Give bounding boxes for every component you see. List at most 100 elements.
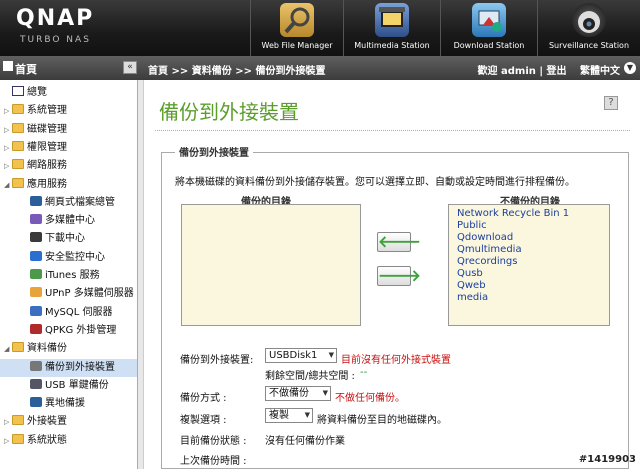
menu-dropdown-icon[interactable]: ▼ xyxy=(624,62,636,74)
file-manager-icon xyxy=(280,3,314,37)
last-backup-label: 上次備份時間 : xyxy=(180,456,247,467)
sidebar-item-label: 應用服務 xyxy=(27,178,67,190)
sidebar-item-label: USB 單鍵備份 xyxy=(45,379,109,391)
add-folder-button[interactable]: 🡐 xyxy=(377,232,421,252)
method-select-value: 不做備份 xyxy=(269,388,309,399)
folder-icon xyxy=(12,415,24,426)
expand-arrow-icon[interactable]: ▷ xyxy=(4,102,12,120)
app-icon xyxy=(30,287,42,298)
home-icon xyxy=(3,61,13,71)
sidebar-item[interactable]: UPnP 多媒體伺服器 xyxy=(0,285,137,303)
sidebar-item[interactable]: QPKG 外掛管理 xyxy=(0,322,137,340)
space-label: 剩餘空間/總共空間 : xyxy=(265,371,355,382)
method-select[interactable]: 不做備份 ▼ xyxy=(265,386,331,401)
sidebar-scrollbar[interactable] xyxy=(138,80,144,469)
expand-arrow-icon[interactable]: ▷ xyxy=(4,413,12,431)
sidebar-item[interactable]: ◢ 資料備份 xyxy=(0,340,137,358)
watermark: #1419903 xyxy=(578,454,636,465)
expand-arrow-icon[interactable]: ▷ xyxy=(4,157,12,175)
excluded-folders-list[interactable]: Network Recycle Bin 1 Public Qdownload Qmul… xyxy=(448,204,610,326)
app-icon xyxy=(30,305,42,316)
sidebar-item[interactable]: ▷ 系統管理 xyxy=(0,102,137,120)
expand-arrow-icon[interactable]: ▷ xyxy=(4,121,12,139)
excluded-folder-item[interactable]: Qmultimedia xyxy=(449,244,609,256)
sidebar-item[interactable]: iTunes 服務 xyxy=(0,267,137,285)
sidebar-item[interactable]: ▷ 網路服務 xyxy=(0,157,137,175)
help-icon[interactable]: ? xyxy=(604,96,618,110)
folder-icon xyxy=(12,342,24,353)
app-icon xyxy=(30,360,42,371)
copy-select[interactable]: 複製 ▼ xyxy=(265,408,313,423)
multimedia-station-tile[interactable]: Multimedia Station xyxy=(344,0,440,56)
surveillance-station-label: Surveillance Station xyxy=(548,41,630,50)
included-folders-list[interactable] xyxy=(181,204,361,326)
excluded-folder-item[interactable]: Qdownload xyxy=(449,232,609,244)
sidebar-item[interactable]: ▷ 系統狀態 xyxy=(0,432,137,450)
sidebar-item-label: 網頁式檔案總管 xyxy=(45,196,115,208)
method-note: 不做任何備份。 xyxy=(335,393,405,404)
app-icon xyxy=(30,250,42,261)
expand-arrow-icon[interactable]: ◢ xyxy=(4,340,12,358)
app-header: QNAP TURBO NAS Web File Manager Multimed… xyxy=(0,0,640,56)
device-select[interactable]: USBDisk1 ▼ xyxy=(265,348,337,363)
excluded-folder-item[interactable]: media xyxy=(449,292,609,304)
app-icon xyxy=(30,269,42,279)
excluded-folder-item[interactable]: Qrecordings xyxy=(449,256,609,268)
chevron-down-icon: ▼ xyxy=(328,351,334,359)
sidebar-item[interactable]: MySQL 伺服器 xyxy=(0,304,137,322)
sidebar-item-label: 備份到外接裝置 xyxy=(45,361,115,373)
sidebar-tree: 總覽 ▷ 系統管理 ▷ 磁碟管理 ▷ 權限管理 ▷ 網路服務 ◢ 應用服務 網頁式檔案總管 多媒體中心下… xyxy=(0,80,138,469)
web-file-manager-tile[interactable]: Web File Manager xyxy=(251,0,343,56)
sidebar-item-label: 系統管理 xyxy=(27,105,67,117)
excluded-folder-item[interactable]: Qusb xyxy=(449,268,609,280)
sidebar-item[interactable]: ▷ 外接裝置 xyxy=(0,413,137,431)
multimedia-station-label: Multimedia Station xyxy=(354,41,430,50)
expand-arrow-icon[interactable]: ▷ xyxy=(4,432,12,450)
sidebar-item-label: 安全監控中心 xyxy=(45,251,105,263)
language-select[interactable]: 繁體中文 xyxy=(580,66,620,77)
top-toolbar: 首頁 « 首頁 >> 資料備份 >> 備份到外接裝置 歡迎 admin | 登出… xyxy=(0,56,640,80)
folder-icon xyxy=(12,159,24,170)
sidebar-item[interactable]: 網頁式檔案總管 xyxy=(0,194,137,212)
sidebar-item[interactable]: ▷ 磁碟管理 xyxy=(0,121,137,139)
overview-icon xyxy=(12,86,24,96)
chevron-down-icon: ▼ xyxy=(304,411,310,419)
sidebar-item-label: 系統狀態 xyxy=(27,434,67,446)
download-station-tile[interactable]: Download Station xyxy=(441,0,537,56)
sidebar-item[interactable]: 異地備援 xyxy=(0,395,137,413)
sidebar-item[interactable]: 下載中心 xyxy=(0,230,137,248)
sidebar-item[interactable]: ◢ 應用服務 xyxy=(0,176,137,194)
expand-arrow-icon[interactable]: ◢ xyxy=(4,176,12,194)
device-label: 備份到外接裝置: xyxy=(180,355,254,366)
collapse-sidebar-button[interactable]: « xyxy=(123,61,137,74)
sidebar-item[interactable]: 備份到外接裝置 xyxy=(0,358,137,377)
welcome-logout[interactable]: 歡迎 admin | 登出 xyxy=(478,66,567,77)
logo-subtitle: TURBO NAS xyxy=(20,35,91,45)
remove-folder-button[interactable]: 🡒 xyxy=(377,266,421,286)
expand-arrow-icon[interactable]: ▷ xyxy=(4,139,12,157)
chevron-down-icon: ▼ xyxy=(322,389,328,397)
sidebar-item[interactable]: 安全監控中心 xyxy=(0,249,137,267)
sidebar-item-label: 外接裝置 xyxy=(27,416,67,428)
sidebar-item[interactable]: ▷ 權限管理 xyxy=(0,139,137,157)
app-icon xyxy=(30,378,42,389)
device-select-value: USBDisk1 xyxy=(269,350,318,361)
surveillance-station-tile[interactable]: Surveillance Station xyxy=(538,0,640,56)
sidebar-item-label: QPKG 外掛管理 xyxy=(45,324,117,336)
excluded-folder-item[interactable]: Qweb xyxy=(449,280,609,292)
app-icon xyxy=(30,214,42,225)
excluded-folder-item[interactable]: Public xyxy=(449,220,609,232)
arrow-left-icon: 🡐 xyxy=(378,232,421,251)
copy-select-value: 複製 xyxy=(269,410,289,421)
sidebar-item-label: 總覽 xyxy=(27,87,47,98)
status-label: 目前備份狀態 : xyxy=(180,436,247,447)
sidebar-item[interactable]: USB 單鍵備份 xyxy=(0,377,137,395)
breadcrumb[interactable]: 首頁 >> 資料備份 >> 備份到外接裝置 xyxy=(148,62,325,77)
excluded-folder-item[interactable]: Network Recycle Bin 1 xyxy=(449,208,609,220)
folder-icon xyxy=(12,177,24,188)
sidebar-item[interactable]: 總覽 xyxy=(0,84,137,102)
sidebar-item[interactable]: 多媒體中心 xyxy=(0,212,137,230)
sidebar-item-label: 權限管理 xyxy=(27,141,67,153)
surveillance-icon xyxy=(572,3,606,37)
device-warning: 目前沒有任何外接式裝置 xyxy=(341,355,451,366)
